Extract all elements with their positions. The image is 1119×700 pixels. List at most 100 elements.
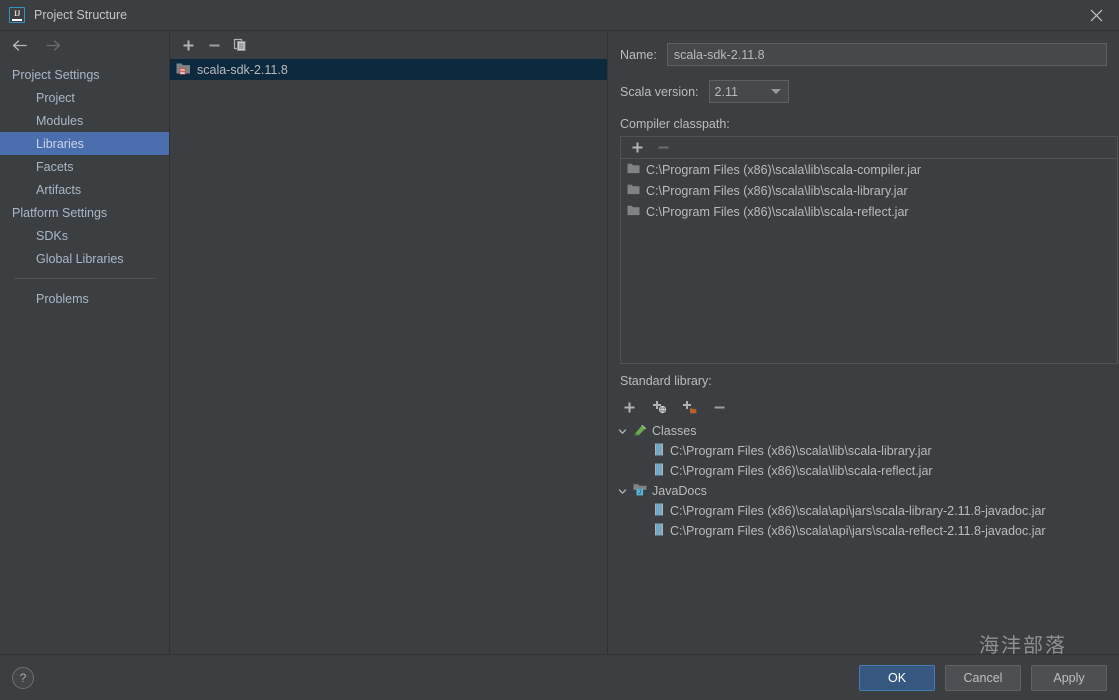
sidebar-item-label: Problems <box>36 291 89 306</box>
scala-version-label: Scala version: <box>620 84 699 99</box>
compiler-classpath-panel: C:\Program Files (x86)\scala\lib\scala-c… <box>620 136 1118 364</box>
ok-button[interactable]: OK <box>859 664 935 691</box>
chevron-down-icon[interactable] <box>616 425 628 437</box>
library-name: scala-sdk-2.11.8 <box>197 62 288 77</box>
library-details-panel: Name: Scala version: 2.11 Compiler class… <box>608 31 1119 654</box>
sidebar-item-label: Libraries <box>36 136 84 151</box>
sidebar-item-facets[interactable]: Facets <box>0 155 169 178</box>
sidebar-item-label: Project <box>36 90 75 105</box>
sidebar-nav-bar <box>0 31 169 59</box>
dialog-body: Project Settings Project Modules Librari… <box>0 31 1119 655</box>
chevron-down-icon[interactable] <box>616 485 628 497</box>
window-title: Project Structure <box>34 8 128 22</box>
minus-icon[interactable] <box>709 397 729 417</box>
arrow-right-icon[interactable] <box>42 34 64 56</box>
classpath-entry: C:\Program Files (x86)\scala\lib\scala-c… <box>646 162 922 177</box>
copy-icon[interactable] <box>230 35 250 55</box>
compiler-classpath-list[interactable]: C:\Program Files (x86)\scala\lib\scala-c… <box>621 159 1117 363</box>
sidebar-item-label: Global Libraries <box>36 251 124 266</box>
help-label: ? <box>19 670 27 685</box>
plus-icon[interactable] <box>627 138 647 158</box>
scala-version-dropdown[interactable]: 2.11 <box>708 80 789 103</box>
compiler-classpath-label: Compiler classpath: <box>620 117 730 131</box>
folder-icon <box>627 163 640 177</box>
sidebar-item-modules[interactable]: Modules <box>0 109 169 132</box>
intellij-idea-icon: IJ <box>9 7 25 23</box>
sidebar-item-label: Artifacts <box>36 182 82 197</box>
jar-icon <box>654 443 664 459</box>
tree-node-label: Classes <box>652 424 697 438</box>
sidebar-item-libraries[interactable]: Libraries <box>0 132 169 155</box>
sidebar-item-platform-settings[interactable]: Platform Settings <box>0 201 169 224</box>
list-item[interactable]: scala-sdk-2.11.8 <box>170 59 607 80</box>
sidebar-item-artifacts[interactable]: Artifacts <box>0 178 169 201</box>
sidebar-item-project-settings[interactable]: Project Settings <box>0 63 169 86</box>
sidebar-item-global-libraries[interactable]: Global Libraries <box>0 247 169 270</box>
compiler-classpath-toolbar <box>621 137 1117 159</box>
jar-icon <box>654 463 664 479</box>
sidebar-item-label: SDKs <box>36 228 68 243</box>
folder-icon <box>627 184 640 198</box>
classpath-entry: C:\Program Files (x86)\scala\lib\scala-l… <box>646 183 908 198</box>
dialog-footer: ? OK Cancel Apply <box>0 655 1119 700</box>
scala-library-icon <box>176 62 191 78</box>
classes-root-icon <box>633 423 647 439</box>
sidebar-item-project[interactable]: Project <box>0 86 169 109</box>
sidebar-divider <box>14 278 155 279</box>
library-list[interactable]: scala-sdk-2.11.8 <box>170 59 607 654</box>
tree-leaf[interactable]: C:\Program Files (x86)\scala\lib\scala-l… <box>616 441 1119 461</box>
javadoc-folder-icon: J <box>633 483 647 499</box>
list-item[interactable]: C:\Program Files (x86)\scala\lib\scala-c… <box>621 159 1117 180</box>
plus-folder-icon[interactable] <box>679 397 699 417</box>
name-label: Name: <box>620 47 657 62</box>
tree-node-label: JavaDocs <box>652 484 707 498</box>
standard-library-tree: Classes C:\Program Files (x86)\scala\lib… <box>608 421 1119 541</box>
tree-node-javadocs[interactable]: J JavaDocs <box>616 481 1119 501</box>
tree-node-classes[interactable]: Classes <box>616 421 1119 441</box>
close-icon[interactable] <box>1073 0 1119 31</box>
tree-leaf[interactable]: C:\Program Files (x86)\scala\api\jars\sc… <box>616 501 1119 521</box>
apply-button[interactable]: Apply <box>1031 664 1107 691</box>
minus-icon <box>653 138 673 158</box>
classpath-entry: C:\Program Files (x86)\scala\lib\scala-r… <box>646 204 909 219</box>
dialog-buttons: OK Cancel Apply <box>859 664 1107 691</box>
arrow-left-icon[interactable] <box>8 34 30 56</box>
project-structure-dialog: IJ Project Structure Project Settings Pr… <box>0 0 1119 700</box>
sidebar-item-label: Project Settings <box>12 67 100 82</box>
jar-path: C:\Program Files (x86)\scala\lib\scala-r… <box>670 464 933 478</box>
standard-library-toolbar <box>608 395 1119 419</box>
jar-icon <box>654 503 664 519</box>
list-item[interactable]: C:\Program Files (x86)\scala\lib\scala-l… <box>621 180 1117 201</box>
name-field-row: Name: <box>608 43 1119 66</box>
jar-path: C:\Program Files (x86)\scala\api\jars\sc… <box>670 524 1046 538</box>
jar-icon <box>654 523 664 539</box>
sidebar-item-label: Facets <box>36 159 74 174</box>
cancel-button[interactable]: Cancel <box>945 664 1021 691</box>
library-name-input[interactable] <box>666 43 1107 66</box>
settings-sidebar: Project Settings Project Modules Librari… <box>0 31 170 654</box>
minus-icon[interactable] <box>204 35 224 55</box>
jar-path: C:\Program Files (x86)\scala\api\jars\sc… <box>670 504 1046 518</box>
folder-icon <box>627 205 640 219</box>
chevron-down-icon <box>770 89 781 94</box>
sidebar-item-label: Platform Settings <box>12 205 108 220</box>
scala-version-value: 2.11 <box>714 84 738 99</box>
svg-text:J: J <box>638 490 641 496</box>
help-icon[interactable]: ? <box>12 666 34 689</box>
scala-version-row: Scala version: 2.11 <box>608 80 1119 103</box>
jar-path: C:\Program Files (x86)\scala\lib\scala-l… <box>670 444 932 458</box>
libraries-panel: scala-sdk-2.11.8 <box>170 31 608 654</box>
plus-globe-icon[interactable] <box>649 397 669 417</box>
tree-leaf[interactable]: C:\Program Files (x86)\scala\api\jars\sc… <box>616 521 1119 541</box>
sidebar-item-sdks[interactable]: SDKs <box>0 224 169 247</box>
sidebar-item-label: Modules <box>36 113 84 128</box>
plus-icon[interactable] <box>178 35 198 55</box>
libraries-toolbar <box>170 31 607 59</box>
sidebar-item-problems[interactable]: Problems <box>0 287 169 310</box>
title-bar: IJ Project Structure <box>0 0 1119 31</box>
sidebar-item-list: Project Settings Project Modules Librari… <box>0 59 169 310</box>
tree-leaf[interactable]: C:\Program Files (x86)\scala\lib\scala-r… <box>616 461 1119 481</box>
list-item[interactable]: C:\Program Files (x86)\scala\lib\scala-r… <box>621 201 1117 222</box>
standard-library-label: Standard library: <box>620 374 712 388</box>
plus-icon[interactable] <box>619 397 639 417</box>
